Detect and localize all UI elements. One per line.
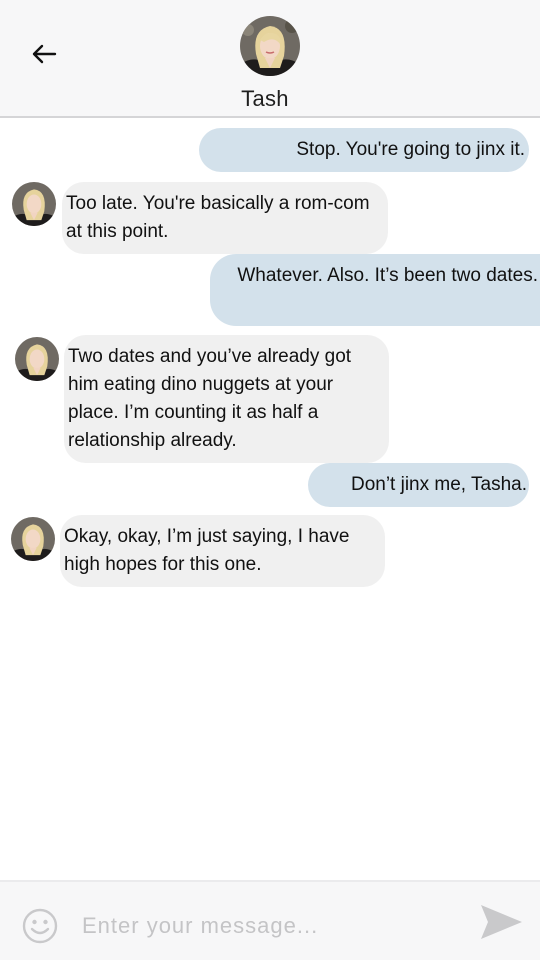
emoji-button[interactable] (22, 908, 58, 944)
chat-screen: Tash Stop. You're going to jinx it. Too … (0, 0, 540, 960)
contact-name: Tash (241, 86, 289, 111)
contact-photo (11, 517, 55, 561)
message-bubble-incoming: Two dates and you’ve already got him eat… (64, 335, 389, 463)
contact-photo (240, 16, 300, 76)
send-button[interactable] (478, 902, 524, 942)
contact-photo (15, 337, 59, 381)
send-arrow-icon (481, 905, 522, 939)
smiley-face-icon (22, 908, 58, 944)
message-composer (0, 880, 540, 960)
message-input[interactable] (80, 906, 464, 946)
arrow-left-icon (32, 44, 57, 64)
chat-header: Tash (0, 0, 540, 118)
message-bubble-incoming: Too late. You're basically a rom-com at … (62, 182, 388, 254)
contact-avatar-small[interactable] (15, 337, 59, 381)
contact-avatar-small[interactable] (11, 517, 55, 561)
contact-avatar-small[interactable] (12, 182, 56, 226)
message-bubble-outgoing: Don’t jinx me, Tasha. (308, 463, 529, 507)
contact-avatar[interactable] (240, 16, 300, 76)
message-bubble-outgoing: Stop. You're going to jinx it. (199, 128, 529, 172)
message-bubble-incoming: Okay, okay, I’m just saying, I have high… (60, 515, 385, 587)
back-button[interactable] (28, 38, 60, 70)
contact-photo (12, 182, 56, 226)
message-bubble-outgoing: Whatever. Also. It’s been two dates. (210, 254, 540, 326)
